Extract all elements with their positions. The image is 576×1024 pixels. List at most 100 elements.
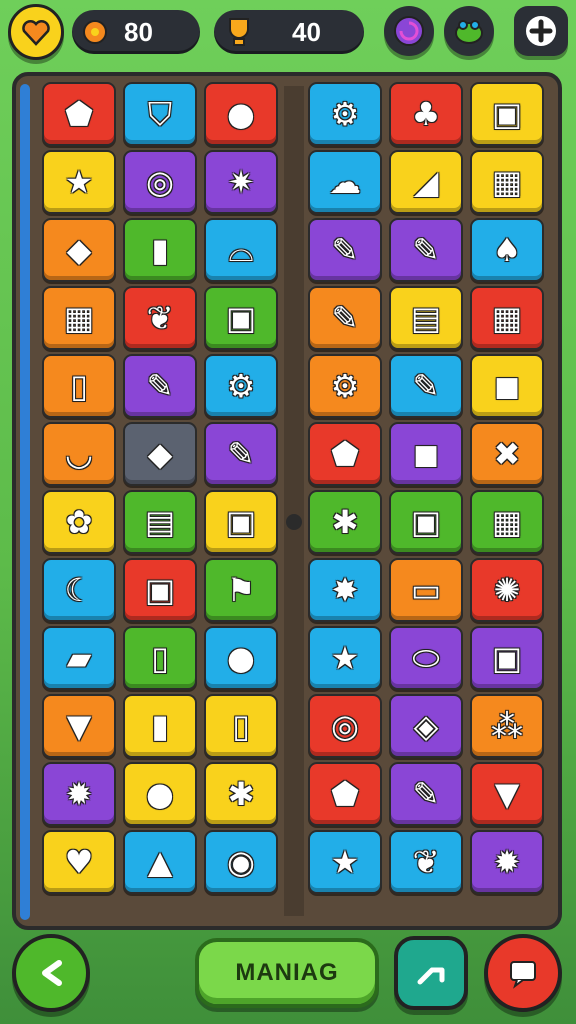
right-grid-tile[interactable]: ✎	[308, 286, 382, 350]
right-grid-tile[interactable]: ♠	[470, 218, 544, 282]
board-divider	[284, 86, 304, 916]
left-grid-tile[interactable]: ⛉	[123, 82, 197, 146]
cup-icon: ▭	[410, 571, 442, 609]
right-grid-tile[interactable]: ⚙	[308, 354, 382, 418]
left-grid-tile[interactable]: ●	[204, 626, 278, 690]
left-grid-tile[interactable]: ★	[42, 150, 116, 214]
left-grid-tile[interactable]: ◡	[42, 422, 116, 486]
right-grid-tile[interactable]: ◼	[470, 354, 544, 418]
right-grid-tile[interactable]: ▦	[470, 490, 544, 554]
left-grid-tile[interactable]: ◉	[204, 830, 278, 894]
right-grid-tile[interactable]: ✹	[470, 830, 544, 894]
left-grid-tile[interactable]: ▲	[123, 830, 197, 894]
right-grid-tile[interactable]: ◼	[389, 422, 463, 486]
left-grid-tile[interactable]: ✿	[42, 490, 116, 554]
right-grid-tile[interactable]: ⬭	[389, 626, 463, 690]
left-grid-tile[interactable]: ●	[123, 762, 197, 826]
camera-icon: ▦	[491, 163, 523, 201]
chat-button[interactable]	[484, 934, 562, 1012]
bread-icon: ⬭	[412, 639, 440, 677]
left-grid-tile[interactable]: ⬟	[42, 82, 116, 146]
left-grid-tile[interactable]: ●	[204, 82, 278, 146]
right-grid-tile[interactable]: ▭	[389, 558, 463, 622]
right-grid-tile[interactable]: ▦	[470, 150, 544, 214]
right-grid-tile[interactable]: ▼	[470, 762, 544, 826]
share-button[interactable]	[394, 936, 468, 1010]
apple-icon: ●	[227, 95, 255, 133]
right-grid-tile[interactable]: ✱	[308, 490, 382, 554]
left-grid-tile[interactable]: ◆	[123, 422, 197, 486]
left-grid-tile[interactable]: ▯	[123, 626, 197, 690]
right-grid-tile[interactable]: ▣	[389, 490, 463, 554]
triangle-icon: ▼	[494, 775, 520, 813]
bird-icon: ♠	[492, 231, 522, 269]
right-grid-tile[interactable]: ✎	[389, 762, 463, 826]
left-grid-tile[interactable]: ▣	[204, 286, 278, 350]
left-grid-tile[interactable]: ✷	[204, 150, 278, 214]
right-grid-tile[interactable]: ★	[308, 830, 382, 894]
right-grid-tile[interactable]: ▤	[389, 286, 463, 350]
swirl-button[interactable]	[384, 6, 434, 56]
left-grid-tile[interactable]: ▮	[123, 218, 197, 282]
right-grid-tile[interactable]: ☁	[308, 150, 382, 214]
left-grid-tile[interactable]: ▤	[123, 490, 197, 554]
left-grid-tile[interactable]: ♥	[42, 830, 116, 894]
left-grid-tile[interactable]: ✱	[204, 762, 278, 826]
left-grid-tile[interactable]: ▣	[123, 558, 197, 622]
left-grid-tile[interactable]: ✎	[123, 354, 197, 418]
left-grid-tile[interactable]: ▯	[204, 694, 278, 758]
ticket-icon: ◆	[66, 231, 92, 269]
left-grid-tile[interactable]: ▰	[42, 626, 116, 690]
manage-button[interactable]: MANIAG	[195, 938, 379, 1008]
calculator-icon: ▦	[491, 503, 523, 541]
right-grid-tile[interactable]: ⁂	[470, 694, 544, 758]
right-grid-tile[interactable]: ♣	[389, 82, 463, 146]
left-grid-tile[interactable]: ▯	[42, 354, 116, 418]
scroll-rail[interactable]	[20, 84, 30, 920]
right-grid-tile[interactable]: ◢	[389, 150, 463, 214]
left-grid-tile[interactable]: ▼	[42, 694, 116, 758]
bug-icon: ✱	[227, 775, 255, 813]
lips-icon: ♥	[64, 843, 94, 881]
right-grid-tile[interactable]: ✎	[308, 218, 382, 282]
right-grid-tile[interactable]: ⬟	[308, 422, 382, 486]
radio-icon: ▣	[410, 503, 442, 541]
left-grid-tile[interactable]: ⚑	[204, 558, 278, 622]
lives-button[interactable]	[8, 4, 64, 60]
left-grid-tile[interactable]: ▣	[204, 490, 278, 554]
right-grid-tile[interactable]: ⚙	[308, 82, 382, 146]
left-grid-tile[interactable]: ◎	[123, 150, 197, 214]
gear-icon: ⚙	[330, 95, 360, 133]
right-grid-tile[interactable]: ▦	[470, 286, 544, 350]
calendar-icon: ▦	[491, 299, 523, 337]
left-grid-tile[interactable]: ✎	[204, 422, 278, 486]
right-grid-tile[interactable]: ✎	[389, 218, 463, 282]
left-grid-tile[interactable]: ⌓	[204, 218, 278, 282]
right-grid-tile[interactable]: ✺	[470, 558, 544, 622]
bottle-icon: ▯	[232, 707, 250, 745]
add-button[interactable]	[514, 6, 568, 56]
back-button[interactable]	[12, 934, 90, 1012]
right-grid-tile[interactable]: ❦	[389, 830, 463, 894]
right-grid-tile[interactable]: ✸	[308, 558, 382, 622]
trophy-counter: 40	[214, 10, 364, 54]
left-grid-tile[interactable]: ✹	[42, 762, 116, 826]
right-grid-tile[interactable]: ✎	[389, 354, 463, 418]
left-grid-tile[interactable]: ⚙	[204, 354, 278, 418]
plus-icon	[526, 16, 556, 46]
right-grid-tile[interactable]: ◎	[308, 694, 382, 758]
right-grid-tile[interactable]: ▣	[470, 626, 544, 690]
popsicle-icon: ▮	[151, 707, 169, 745]
left-grid-tile[interactable]: ☾	[42, 558, 116, 622]
frog-icon	[455, 20, 483, 44]
right-grid-tile[interactable]: ◈	[389, 694, 463, 758]
right-grid-tile[interactable]: ⬟	[308, 762, 382, 826]
frog-button[interactable]	[444, 6, 494, 56]
right-grid-tile[interactable]: ★	[308, 626, 382, 690]
left-grid-tile[interactable]: ▦	[42, 286, 116, 350]
left-grid-tile[interactable]: ❦	[123, 286, 197, 350]
left-grid-tile[interactable]: ◆	[42, 218, 116, 282]
right-grid-tile[interactable]: ✖	[470, 422, 544, 486]
left-grid-tile[interactable]: ▮	[123, 694, 197, 758]
right-grid-tile[interactable]: ▣	[470, 82, 544, 146]
